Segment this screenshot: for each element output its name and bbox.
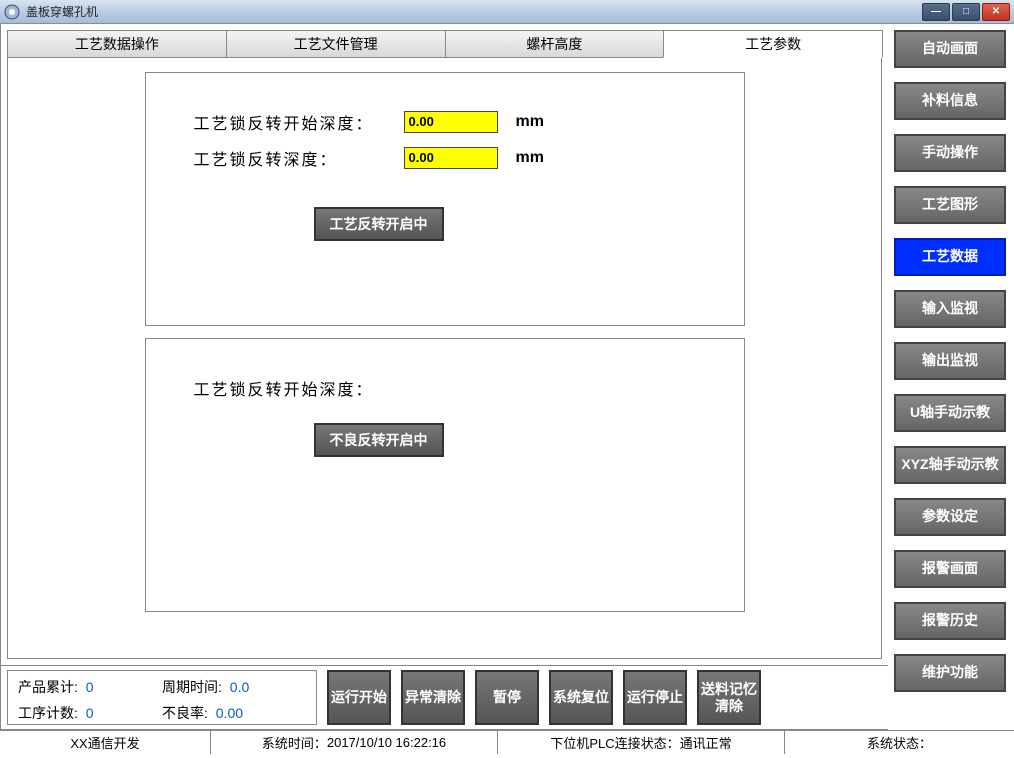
nav-alarm-history[interactable]: 报警历史 [894, 602, 1006, 640]
nav-manual-op[interactable]: 手动操作 [894, 134, 1006, 172]
tab-process-file-mgmt[interactable]: 工艺文件管理 [226, 30, 446, 58]
input-reverse-depth[interactable]: 0.00 [404, 147, 498, 169]
nav-output-monitor[interactable]: 输出监视 [894, 342, 1006, 380]
button-run-stop[interactable]: 运行停止 [623, 670, 687, 725]
button-run-start[interactable]: 运行开始 [327, 670, 391, 725]
close-button[interactable]: ✕ [982, 3, 1010, 21]
window-buttons: — □ ✕ [920, 3, 1010, 21]
value-process-count: 0 [86, 705, 94, 721]
nav-process-data[interactable]: 工艺数据 [894, 238, 1006, 276]
nav-auto-screen[interactable]: 自动画面 [894, 30, 1006, 68]
nav-feed-info[interactable]: 补料信息 [894, 82, 1006, 120]
input-reverse-start-depth[interactable]: 0.00 [404, 111, 498, 133]
status-system-time: 系统时间：2017/10/10 16:22:16 [211, 731, 498, 754]
tab-process-params[interactable]: 工艺参数 [663, 30, 883, 58]
bottom-bar: 产品累计: 0 周期时间: 0.0 工序计数: 0 不良率: 0.00 运行开始… [1, 665, 888, 729]
button-clear-error[interactable]: 异常清除 [401, 670, 465, 725]
value-defect-rate: 0.00 [216, 705, 243, 721]
nav-alarm-screen[interactable]: 报警画面 [894, 550, 1006, 588]
maximize-button[interactable]: □ [952, 3, 980, 21]
nav-u-axis-teach[interactable]: U轴手动示教 [894, 394, 1006, 432]
button-system-reset[interactable]: 系统复位 [549, 670, 613, 725]
minimize-button[interactable]: — [922, 3, 950, 21]
nav-input-monitor[interactable]: 输入监视 [894, 290, 1006, 328]
value-cycle-time: 0.0 [230, 679, 249, 695]
titlebar: 盖板穿螺孔机 — □ ✕ [0, 0, 1014, 24]
button-process-reverse-on[interactable]: 工艺反转开启中 [314, 207, 444, 241]
button-defect-reverse-on[interactable]: 不良反转开启中 [314, 423, 444, 457]
label-reverse-depth: 工艺锁反转深度： [194, 146, 404, 170]
app-icon [4, 4, 20, 20]
unit-mm: mm [516, 113, 544, 131]
unit-mm: mm [516, 149, 544, 167]
main-tabs: 工艺数据操作 工艺文件管理 螺杆高度 工艺参数 [7, 30, 882, 58]
tab-body: 工艺锁反转开始深度： 0.00 mm 工艺锁反转深度： 0.00 mm 工艺反转… [7, 58, 882, 659]
value-product-total: 0 [86, 679, 94, 695]
button-feed-mem-clear[interactable]: 送料记忆清除 [697, 670, 761, 725]
panel-defect-reverse: 工艺锁反转开始深度： 不良反转开启中 [145, 338, 745, 612]
nav-param-setting[interactable]: 参数设定 [894, 498, 1006, 536]
panel-reverse-depth: 工艺锁反转开始深度： 0.00 mm 工艺锁反转深度： 0.00 mm 工艺反转… [145, 72, 745, 326]
label-reverse-start-depth: 工艺锁反转开始深度： [194, 110, 404, 134]
nav-xyz-axis-teach[interactable]: XYZ轴手动示教 [894, 446, 1006, 484]
button-pause[interactable]: 暂停 [475, 670, 539, 725]
nav-maintenance[interactable]: 维护功能 [894, 654, 1006, 692]
label-reverse-start-depth-2: 工艺锁反转开始深度： [194, 376, 404, 400]
label-product-total: 产品累计: [18, 679, 78, 695]
tab-process-data-op[interactable]: 工艺数据操作 [7, 30, 227, 58]
label-defect-rate: 不良率: [162, 705, 208, 721]
window-title: 盖板穿螺孔机 [26, 3, 98, 20]
status-comm-dev: XX通信开发 [0, 731, 211, 754]
nav-process-graphic[interactable]: 工艺图形 [894, 186, 1006, 224]
tab-screw-height[interactable]: 螺杆高度 [445, 30, 665, 58]
stat-block: 产品累计: 0 周期时间: 0.0 工序计数: 0 不良率: 0.00 [7, 670, 317, 725]
label-process-count: 工序计数: [18, 705, 78, 721]
status-system-state: 系统状态： [785, 731, 1014, 754]
label-cycle-time: 周期时间: [162, 679, 222, 695]
status-plc-conn: 下位机PLC连接状态：通讯正常 [498, 731, 785, 754]
right-nav: 自动画面 补料信息 手动操作 工艺图形 工艺数据 输入监视 输出监视 U轴手动示… [888, 24, 1014, 730]
statusbar: XX通信开发 系统时间：2017/10/10 16:22:16 下位机PLC连接… [0, 730, 1014, 754]
